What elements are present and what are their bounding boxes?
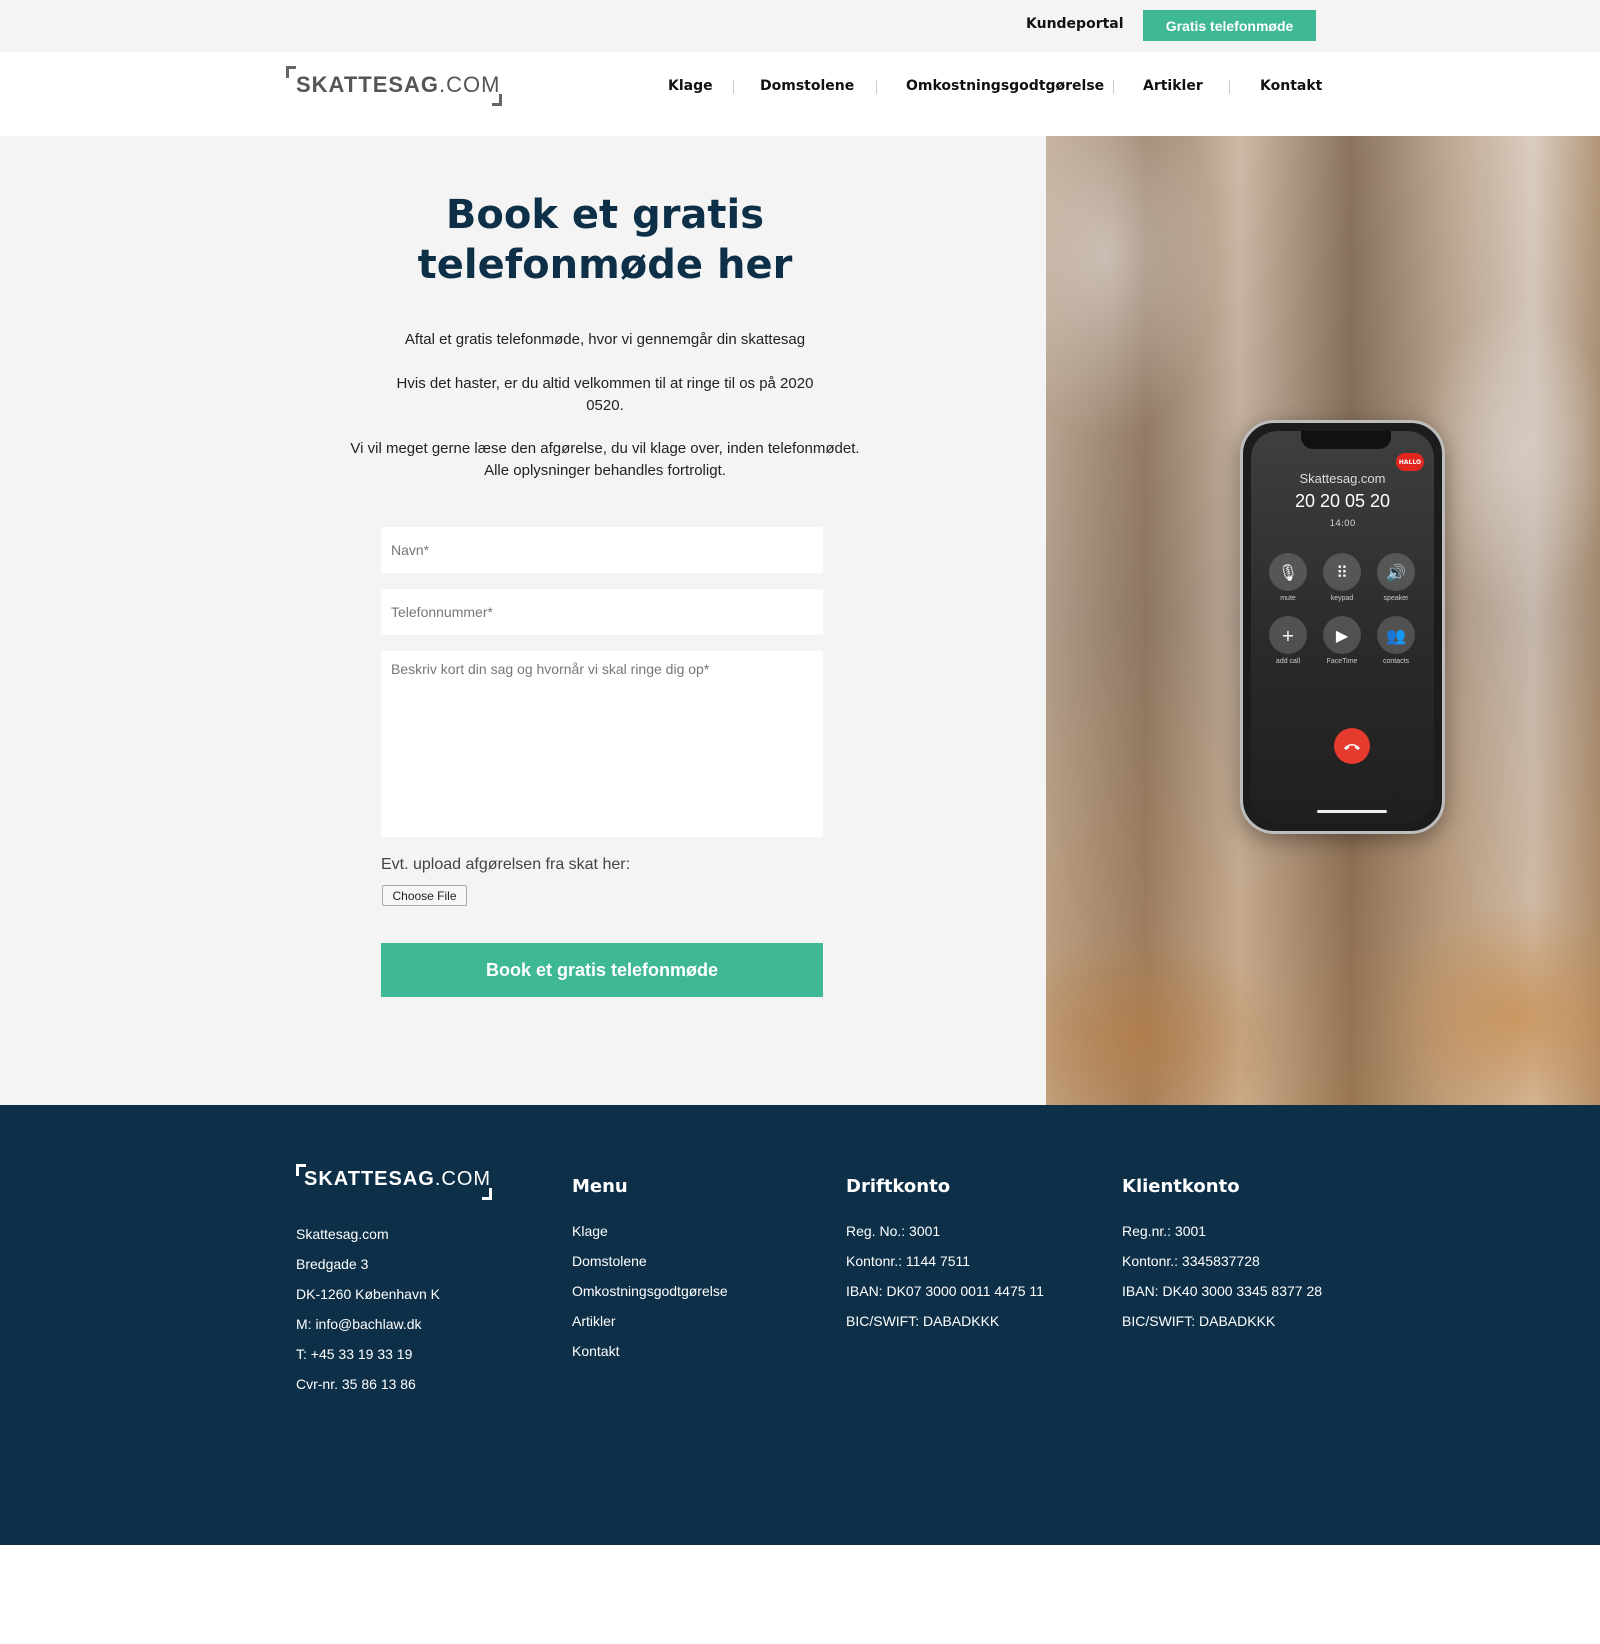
footer-klientkonto: Klientkonto Reg.nr.: 3001 Kontonr.: 3345…	[1122, 1176, 1322, 1336]
address-line: Bredgade 3	[296, 1256, 369, 1272]
caller-name: Skattesag.com	[1299, 471, 1386, 486]
upload-label: Evt. upload afgørelsen fra skat her:	[381, 856, 631, 873]
nav-item-artikler[interactable]: Artikler	[1143, 78, 1203, 94]
logo-bracket-icon	[286, 66, 296, 78]
call-time: 14:00	[1329, 519, 1356, 529]
footer-link-omkostningsgodtgorelse[interactable]: Omkostningsgodtgørelse	[572, 1276, 728, 1306]
footer-link-artikler[interactable]: Artikler	[572, 1306, 728, 1336]
drift-line: Kontonr.: 1144 7511	[846, 1253, 971, 1269]
contacts-label: contacts	[1382, 658, 1410, 665]
address-line: DK-1260 København K	[296, 1286, 440, 1302]
phone-mockup: HALLO Skattesag.com 20 20 05 20 14:00 🎙 …	[1240, 420, 1445, 834]
site-footer	[0, 1105, 1600, 1545]
klientkonto-title: Klientkonto	[1122, 1176, 1240, 1197]
intro-text-3: Vi vil meget gerne læse den afgørelse, d…	[350, 440, 860, 479]
name-input[interactable]: Navn*	[381, 527, 823, 573]
phone-link[interactable]: T: +45 33 19 33 19	[296, 1339, 440, 1369]
footer-driftkonto: Driftkonto Reg. No.: 3001 Kontonr.: 1144…	[846, 1176, 1044, 1336]
nav-separator	[1229, 80, 1230, 94]
footer-logo-text: SKATTESAG.COM	[304, 1168, 492, 1190]
footer-address: Skattesag.com Bredgade 3 DK-1260 Københa…	[296, 1219, 440, 1399]
drift-line: Reg. No.: 3001	[846, 1223, 941, 1239]
contacts-icon: 👥	[1377, 616, 1415, 654]
footer-menu-title: Menu	[572, 1176, 628, 1197]
footer-link-kontakt[interactable]: Kontakt	[572, 1336, 728, 1366]
mute-label: mute	[1280, 595, 1296, 602]
facetime-icon: ▶	[1323, 616, 1361, 654]
home-indicator	[1317, 810, 1387, 813]
add-call-label: add call	[1275, 658, 1301, 665]
hangup-icon	[1344, 744, 1360, 750]
address-line: Skattesag.com	[296, 1226, 389, 1242]
cvr-number: Cvr-nr. 35 86 13 86	[296, 1376, 416, 1392]
drift-line: BIC/SWIFT: DABADKKK	[846, 1313, 1000, 1329]
klient-line: Kontonr.: 3345837728	[1122, 1253, 1260, 1269]
page-title: Book et gratis telefonmøde her	[417, 192, 793, 288]
hallo-badge: HALLO	[1396, 453, 1424, 471]
message-textarea[interactable]: Beskriv kort din sag og hvornår vi skal …	[381, 651, 823, 837]
nav-item-kontakt[interactable]: Kontakt	[1260, 78, 1322, 94]
phone-notch	[1301, 431, 1391, 449]
top-bar: Kundeportal Gratis telefonmøde	[0, 0, 1600, 52]
logo-bracket-icon	[482, 1188, 492, 1200]
nav-item-klage[interactable]: Klage	[668, 78, 713, 94]
keypad-icon: ⠿	[1323, 553, 1361, 591]
footer-menu: Menu Klage Domstolene Omkostningsgodtgør…	[572, 1176, 728, 1366]
footer-link-klage[interactable]: Klage	[572, 1216, 728, 1246]
end-call-icon	[1334, 728, 1370, 764]
klient-line: IBAN: DK40 3000 3345 8377 28	[1122, 1283, 1323, 1299]
kundeportal-link[interactable]: Kundeportal	[1026, 16, 1124, 32]
footer-link-domstolene[interactable]: Domstolene	[572, 1246, 728, 1276]
email-link[interactable]: M: info@bachlaw.dk	[296, 1309, 440, 1339]
klient-line: Reg.nr.: 3001	[1122, 1223, 1207, 1239]
intro-text-2: Hvis det haster, er du altid velkommen t…	[396, 375, 814, 414]
submit-button[interactable]: Book et gratis telefonmøde	[381, 943, 823, 997]
driftkonto-title: Driftkonto	[846, 1176, 951, 1197]
nav-separator	[733, 80, 734, 94]
add-call-icon: +	[1269, 616, 1307, 654]
keypad-label: keypad	[1330, 595, 1354, 602]
drift-line: IBAN: DK07 3000 0011 4475 11	[846, 1283, 1044, 1299]
speaker-label: speaker	[1383, 595, 1409, 602]
choose-file-button[interactable]: Choose File	[382, 885, 467, 906]
intro-text-1: Aftal et gratis telefonmøde, hvor vi gen…	[404, 331, 806, 348]
nav-separator	[876, 80, 877, 94]
footer-logo[interactable]: SKATTESAG.COM	[296, 1164, 492, 1200]
klient-line: BIC/SWIFT: DABADKKK	[1122, 1313, 1276, 1329]
nav-item-domstolene[interactable]: Domstolene	[760, 78, 854, 94]
phone-screen: HALLO Skattesag.com 20 20 05 20 14:00 🎙 …	[1251, 431, 1434, 823]
phone-input[interactable]: Telefonnummer*	[381, 589, 823, 635]
speaker-icon: 🔊	[1377, 553, 1415, 591]
gratis-telefonmode-button[interactable]: Gratis telefonmøde	[1143, 10, 1316, 41]
nav-separator	[1113, 80, 1114, 94]
main-nav: Klage Domstolene Omkostningsgodtgørelse …	[0, 78, 1600, 98]
caller-number: 20 20 05 20	[1294, 491, 1391, 511]
mute-icon: 🎙	[1269, 553, 1307, 591]
facetime-label: FaceTime	[1326, 658, 1358, 665]
nav-item-omkostningsgodtgorelse[interactable]: Omkostningsgodtgørelse	[906, 78, 1104, 94]
